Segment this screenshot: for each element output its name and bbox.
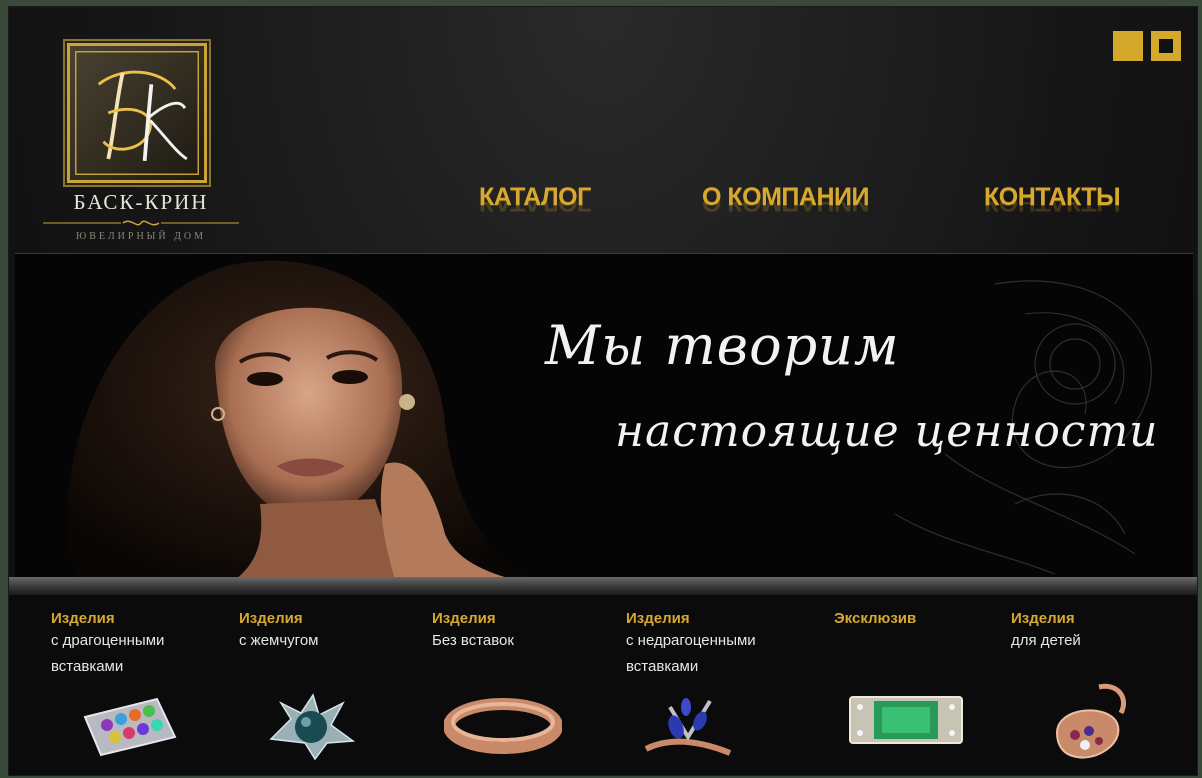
category-title: Изделия bbox=[239, 610, 303, 627]
category-desc: Без вставок bbox=[432, 632, 514, 649]
category-title: Эксклюзив bbox=[834, 610, 917, 627]
brand-name: БАСК-КРИН bbox=[73, 190, 209, 214]
ornament-divider-icon bbox=[43, 220, 239, 226]
category-title: Изделия bbox=[51, 610, 115, 627]
banner-slogan-line2: настоящие ценности bbox=[615, 406, 1159, 457]
monogram-logo-icon bbox=[75, 51, 199, 175]
nav-contacts-reflection: КОНТАКТЫ bbox=[984, 202, 1121, 216]
nav-catalog-reflection: КАТАЛОГ bbox=[479, 202, 591, 216]
logo-link[interactable] bbox=[67, 43, 207, 183]
nav-catalog[interactable]: КАТАЛОГ КАТАЛОГ bbox=[479, 183, 591, 243]
page: БАСК-КРИН ЮВЕЛИРНЫЙ ДОМ КАТАЛОГ КАТАЛОГ … bbox=[8, 6, 1198, 776]
category-gems[interactable]: Изделия с драгоценными вставками bbox=[51, 595, 226, 775]
category-strip: Изделия с драгоценными вставками Изделия… bbox=[9, 595, 1197, 775]
nav-about[interactable]: О КОМПАНИИ О КОМПАНИИ bbox=[702, 183, 869, 243]
category-pearls[interactable]: Изделия с жемчугом bbox=[239, 595, 414, 775]
view-solid-button[interactable] bbox=[1113, 31, 1143, 61]
header: БАСК-КРИН ЮВЕЛИРНЫЙ ДОМ КАТАЛОГ КАТАЛОГ … bbox=[9, 7, 1197, 253]
gold-band-icon bbox=[444, 698, 562, 754]
category-title: Изделия bbox=[626, 610, 690, 627]
hero-banner[interactable]: Мы творим настоящие ценности bbox=[15, 253, 1193, 579]
category-plain[interactable]: Изделия Без вставок bbox=[432, 595, 607, 775]
category-exclusive[interactable]: Эксклюзив bbox=[834, 595, 1009, 775]
category-desc: с недрагоценными вставками bbox=[626, 632, 756, 675]
banner-slogan-line1: Мы творим bbox=[545, 314, 900, 377]
category-semiprecious[interactable]: Изделия с недрагоценными вставками bbox=[626, 595, 801, 775]
category-desc: с жемчугом bbox=[239, 632, 319, 649]
category-title: Изделия bbox=[1011, 610, 1075, 627]
view-framed-button[interactable] bbox=[1151, 31, 1181, 61]
category-desc: с драгоценными вставками bbox=[51, 632, 165, 675]
brand-tagline: ЮВЕЛИРНЫЙ ДОМ bbox=[75, 231, 207, 242]
nav-contacts[interactable]: КОНТАКТЫ КОНТАКТЫ bbox=[984, 183, 1121, 243]
pearl-ring-icon bbox=[269, 693, 356, 761]
nav-about-reflection: О КОМПАНИИ bbox=[702, 202, 869, 216]
emerald-ring-icon bbox=[849, 696, 963, 744]
category-desc: для детей bbox=[1011, 632, 1081, 649]
sapphire-ring-icon bbox=[644, 698, 732, 756]
gem-ring-icon bbox=[83, 697, 177, 757]
category-title: Изделия bbox=[432, 610, 496, 627]
pendant-icon bbox=[1055, 683, 1126, 759]
category-kids[interactable]: Изделия для детей bbox=[1011, 595, 1186, 775]
banner-divider bbox=[9, 577, 1197, 595]
